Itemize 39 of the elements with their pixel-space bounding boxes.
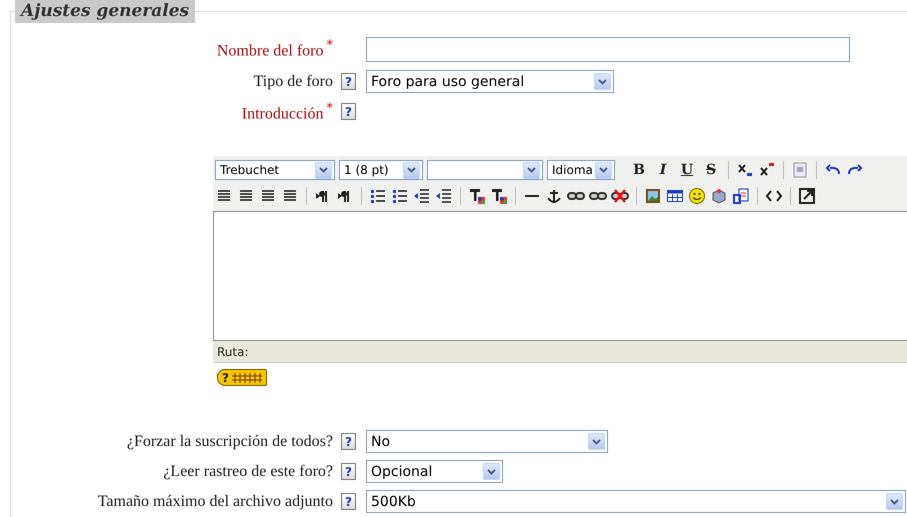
- text-field[interactable]: [366, 36, 850, 62]
- field-label: Tipo de foro: [254, 72, 333, 90]
- smiley-icon[interactable]: [688, 187, 706, 205]
- table-icon[interactable]: [666, 187, 684, 205]
- field-label: Tamaño máximo del archivo adjunto: [98, 492, 333, 510]
- paste-icon[interactable]: [732, 187, 750, 205]
- outdent-icon[interactable]: [413, 187, 431, 205]
- toolbar-select[interactable]: Trebuchet: [215, 160, 335, 180]
- bullet-list-icon[interactable]: [391, 187, 409, 205]
- section-legend: Ajustes generales: [15, 0, 196, 23]
- image-icon[interactable]: [644, 187, 662, 205]
- help-icon[interactable]: ?: [341, 493, 356, 510]
- toolbar-select[interactable]: 1 (8 pt): [339, 160, 423, 180]
- format-button[interactable]: B: [629, 160, 649, 180]
- format-button[interactable]: I: [653, 160, 673, 180]
- indent-icon[interactable]: [435, 187, 453, 205]
- no-link-icon[interactable]: [611, 187, 629, 205]
- format-button[interactable]: S: [701, 160, 721, 180]
- field-label: ¿Leer rastreo de este foro?: [163, 462, 333, 480]
- field-label: Introducción $^{*}$: [242, 100, 333, 124]
- select-field[interactable]: Foro para uso general: [366, 70, 614, 93]
- keyboard-help-badge[interactable]: ?: [217, 369, 267, 386]
- help-icon[interactable]: ?: [341, 73, 356, 90]
- anchor-icon[interactable]: [545, 187, 563, 205]
- field-label: ¿Forzar la suscripción de todos?: [126, 432, 333, 450]
- fullscreen-icon[interactable]: [798, 187, 816, 205]
- toolbar-select[interactable]: Idioma: [547, 160, 615, 180]
- help-icon[interactable]: ?: [341, 463, 356, 480]
- field-label: Nombre del foro $^{*}$: [216, 38, 333, 60]
- toolbar-select[interactable]: [427, 160, 543, 180]
- format-button[interactable]: U: [677, 160, 697, 180]
- help-icon[interactable]: ?: [341, 103, 356, 120]
- special-character-icon[interactable]: [710, 187, 728, 205]
- text-color-icon[interactable]: [468, 187, 486, 205]
- select-field[interactable]: 500Kb: [366, 490, 906, 513]
- path-label: Ruta:: [217, 344, 249, 358]
- help-icon[interactable]: ?: [341, 433, 356, 450]
- select-field[interactable]: Opcional: [366, 460, 503, 483]
- select-field[interactable]: No: [366, 430, 608, 453]
